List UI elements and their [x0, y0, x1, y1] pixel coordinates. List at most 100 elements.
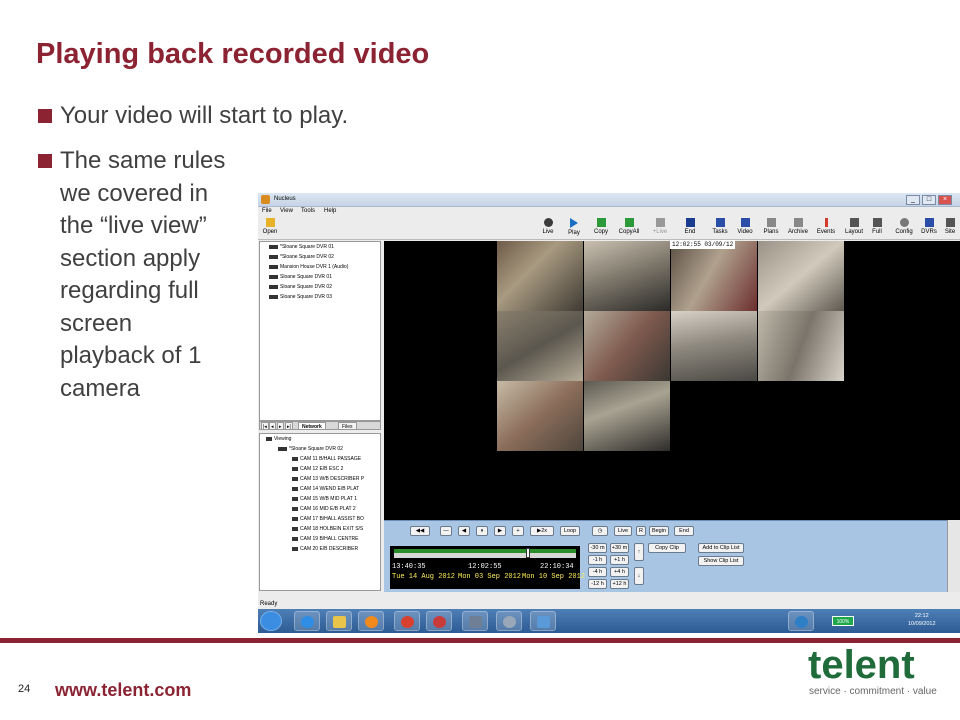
toolbar-plans-button[interactable]: Plans: [761, 218, 781, 238]
show-clip-list-button[interactable]: Show Clip List: [698, 556, 744, 566]
toolbar-play-button[interactable]: Play: [565, 218, 583, 238]
step-back-button[interactable]: —: [440, 526, 452, 536]
start-button[interactable]: [260, 611, 282, 631]
maximize-button[interactable]: □: [922, 195, 936, 205]
toolbar-config-button[interactable]: Config: [892, 218, 916, 238]
jump-back-12h-button[interactable]: -12 h: [588, 579, 607, 589]
menu-help[interactable]: Help: [324, 208, 336, 214]
footer-url[interactable]: www.telent.com: [55, 680, 191, 701]
menu-tools[interactable]: Tools: [301, 208, 315, 214]
system-clock[interactable]: 22:12 10/09/2012: [908, 612, 936, 628]
rewind-fast-button[interactable]: ◀◀: [410, 526, 430, 536]
camera-feed[interactable]: [671, 311, 757, 381]
camera-feed[interactable]: [758, 241, 844, 311]
jump-forward-4h-button[interactable]: +4 h: [610, 567, 629, 577]
camera-feed[interactable]: [497, 311, 583, 381]
live-button[interactable]: Live: [614, 526, 632, 536]
camera-item[interactable]: CAM 11 B/HALL PASSAGE: [286, 456, 361, 462]
end-button[interactable]: End: [674, 526, 694, 536]
fast-forward-2x-button[interactable]: ▶2x: [530, 526, 554, 536]
toolbar-plus-live-button[interactable]: +Live: [650, 218, 670, 238]
camera-item[interactable]: CAM 18 HOLBEIN EXIT S/S: [286, 526, 363, 532]
camera-item[interactable]: CAM 12 E/B ESC 2: [286, 466, 343, 472]
play-reverse-button[interactable]: ◀: [458, 526, 470, 536]
camera-item[interactable]: CAM 13 W/B DESCRIBER P: [286, 476, 364, 482]
tree-prev-button[interactable]: ◂: [269, 422, 276, 430]
taskbar-chrome[interactable]: [394, 611, 420, 631]
timeline-thumb[interactable]: [526, 548, 530, 558]
minimize-button[interactable]: _: [906, 195, 920, 205]
jump-forward-30m-button[interactable]: +30 m: [610, 543, 629, 553]
jump-back-1h-button[interactable]: -1 h: [588, 555, 607, 565]
toolbar-site-button[interactable]: Site: [941, 218, 959, 238]
taskbar-tray-app[interactable]: [788, 611, 814, 631]
clock-icon[interactable]: ◷: [592, 526, 608, 536]
taskbar-media[interactable]: [358, 611, 384, 631]
menu-file[interactable]: File: [262, 208, 272, 214]
add-to-clip-list-button[interactable]: Add to Clip List: [698, 543, 744, 553]
timeline[interactable]: 13:40:35 12:02:55 22:10:34 Tue 14 Aug 20…: [390, 546, 585, 589]
jump-forward-12h-button[interactable]: +12 h: [610, 579, 629, 589]
taskbar-app[interactable]: [462, 611, 488, 631]
tree-item[interactable]: *Sloane Square DVR 01: [263, 244, 334, 250]
jump-forward-1h-button[interactable]: +1 h: [610, 555, 629, 565]
tree-item[interactable]: *Sloane Square DVR 02: [263, 254, 334, 260]
viewing-dvr-node[interactable]: *Sloane Square DVR 02: [272, 446, 343, 452]
viewing-node[interactable]: Viewing: [264, 436, 291, 442]
tree-last-button[interactable]: ▸|: [285, 422, 293, 430]
camera-item[interactable]: CAM 14 W/END E/B PLAT: [286, 486, 359, 492]
tree-item[interactable]: Sloane Square DVR 01: [263, 274, 332, 280]
timeline-track[interactable]: [394, 548, 576, 558]
camera-item[interactable]: CAM 20 E/B DESCRIBER: [286, 546, 358, 552]
camera-feed[interactable]: [584, 311, 670, 381]
toolbar-layout-button[interactable]: Layout: [842, 218, 866, 238]
camera-feed[interactable]: [497, 241, 583, 311]
toolbar-full-button[interactable]: Full: [868, 218, 886, 238]
open-button[interactable]: Open: [261, 218, 279, 238]
close-button[interactable]: ×: [938, 195, 952, 205]
camera-feed[interactable]: [497, 381, 583, 451]
arrow-down-icon[interactable]: ↓: [634, 567, 644, 585]
step-forward-button[interactable]: +: [512, 526, 524, 536]
tab-files[interactable]: Files: [338, 422, 357, 430]
battery-indicator[interactable]: 100%: [832, 616, 854, 626]
video-display[interactable]: [384, 241, 960, 521]
taskbar-explorer[interactable]: [326, 611, 352, 631]
taskbar-network[interactable]: [496, 611, 522, 631]
camera-item[interactable]: CAM 16 MID E/B PLAT 2: [286, 506, 356, 512]
camera-item[interactable]: CAM 19 B/HALL CENTRE: [286, 536, 358, 542]
r-button[interactable]: R: [636, 526, 646, 536]
begin-button[interactable]: Begin: [649, 526, 669, 536]
menu-view[interactable]: View: [280, 208, 293, 214]
jump-back-4h-button[interactable]: -4 h: [588, 567, 607, 577]
camera-feed[interactable]: [584, 241, 670, 311]
arrow-up-icon[interactable]: ↑: [634, 543, 644, 561]
camera-item[interactable]: CAM 17 B/HALL ASSIST BO: [286, 516, 364, 522]
play-button[interactable]: ▶: [494, 526, 506, 536]
tree-next-button[interactable]: ▸: [277, 422, 284, 430]
toolbar-tasks-button[interactable]: Tasks: [710, 218, 730, 238]
toolbar-dvrs-button[interactable]: DVRs: [919, 218, 939, 238]
taskbar-ie[interactable]: [294, 611, 320, 631]
tree-item[interactable]: Sloane Square DVR 03: [263, 294, 332, 300]
camera-feed[interactable]: [758, 311, 844, 381]
jump-back-30m-button[interactable]: -30 m: [588, 543, 607, 553]
vertical-scrollbar[interactable]: [947, 520, 960, 592]
camera-feed[interactable]: [671, 241, 757, 311]
toolbar-copyall-button[interactable]: CopyAll: [616, 218, 642, 238]
loop-button[interactable]: Loop: [560, 526, 580, 536]
toolbar-end-button[interactable]: End: [681, 218, 699, 238]
toolbar-events-button[interactable]: Events: [814, 218, 838, 238]
camera-feed[interactable]: [584, 381, 670, 451]
toolbar-archive-button[interactable]: Archive: [785, 218, 811, 238]
taskbar-paint[interactable]: [530, 611, 556, 631]
taskbar-itunes[interactable]: [426, 611, 452, 631]
toolbar-copy-button[interactable]: Copy: [592, 218, 610, 238]
toolbar-video-button[interactable]: Video: [735, 218, 755, 238]
tree-item[interactable]: Mansion House DVR 1 (Audio): [263, 264, 348, 270]
camera-item[interactable]: CAM 15 W/B MID PLAT 1: [286, 496, 357, 502]
toolbar-live-button[interactable]: Live: [539, 218, 557, 238]
pause-button[interactable]: ⏸: [476, 526, 488, 536]
copy-clip-button[interactable]: Copy Clip: [648, 543, 686, 553]
tree-item[interactable]: Sloane Square DVR 02: [263, 284, 332, 290]
